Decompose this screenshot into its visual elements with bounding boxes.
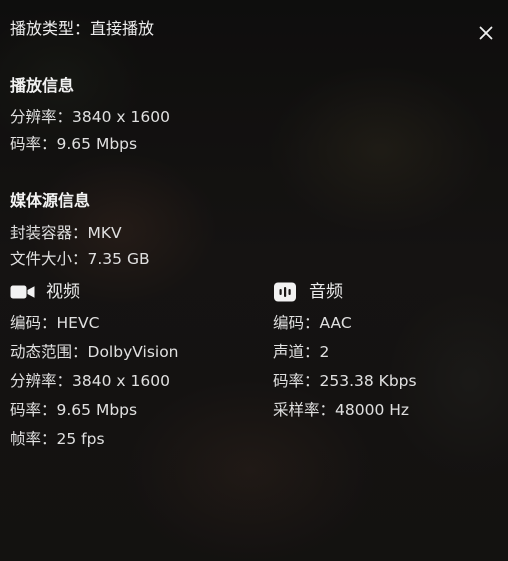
audio-codec-value: AAC [319,314,352,332]
audio-channels-value: 2 [319,343,330,361]
video-codec-label: 编码： [10,314,57,332]
video-dynamic-range-row: 动态范围：DolbyVision [10,342,179,362]
video-camera-icon [10,282,36,302]
play-type-value: 直接播放 [90,19,155,38]
playback-bitrate-row: 码率：9.65 Mbps [10,134,137,154]
video-framerate-label: 帧率： [10,430,57,448]
video-codec-row: 编码：HEVC [10,313,99,333]
video-bitrate-label: 码率： [10,401,57,419]
playback-bitrate-value: 9.65 Mbps [56,135,138,153]
video-section-title: 视频 [46,282,80,302]
media-info-panel: 播放类型：直接播放 播放信息 分辨率：3840 x 1600 码率：9.65 M… [0,0,508,561]
audio-bitrate-row: 码率：253.38 Kbps [273,371,417,391]
video-codec-value: HEVC [56,314,100,332]
video-resolution-label: 分辨率： [10,372,73,390]
video-bitrate-row: 码率：9.65 Mbps [10,400,137,420]
audio-codec-label: 编码： [273,314,320,332]
video-resolution-row: 分辨率：3840 x 1600 [10,371,170,391]
container-value: MKV [87,224,122,242]
playback-bitrate-label: 码率： [10,135,57,153]
play-type-row: 播放类型：直接播放 [10,19,154,39]
container-row: 封装容器：MKV [10,223,122,243]
video-bitrate-value: 9.65 Mbps [56,401,138,419]
filesize-label: 文件大小： [10,250,88,268]
audio-samplerate-label: 采样率： [273,401,336,419]
audio-samplerate-row: 采样率：48000 Hz [273,400,409,420]
close-button[interactable] [476,23,496,43]
playback-resolution-value: 3840 x 1600 [72,108,170,126]
close-icon [479,26,493,40]
video-framerate-row: 帧率：25 fps [10,429,105,449]
audio-samplerate-value: 48000 Hz [335,401,410,419]
video-framerate-value: 25 fps [56,430,105,448]
video-dynamic-range-label: 动态范围： [10,343,88,361]
audio-codec-row: 编码：AAC [273,313,352,333]
audio-bitrate-label: 码率： [273,372,320,390]
audio-section-title: 音频 [309,282,343,302]
video-resolution-value: 3840 x 1600 [72,372,170,390]
audio-channels-label: 声道： [273,343,320,361]
play-type-label: 播放类型： [10,19,91,38]
container-label: 封装容器： [10,224,88,242]
video-section-header: 视频 [10,282,80,302]
filesize-value: 7.35 GB [87,250,150,268]
playback-info-title: 播放信息 [10,76,75,95]
video-dynamic-range-value: DolbyVision [87,343,179,361]
filesize-row: 文件大小：7.35 GB [10,249,150,269]
audio-channels-row: 声道：2 [273,342,329,362]
audio-section-header: 音频 [273,282,343,302]
audio-wave-icon [273,282,299,302]
audio-bitrate-value: 253.38 Kbps [319,372,417,390]
source-info-title: 媒体源信息 [10,191,91,210]
playback-resolution-row: 分辨率：3840 x 1600 [10,107,170,127]
playback-resolution-label: 分辨率： [10,108,73,126]
